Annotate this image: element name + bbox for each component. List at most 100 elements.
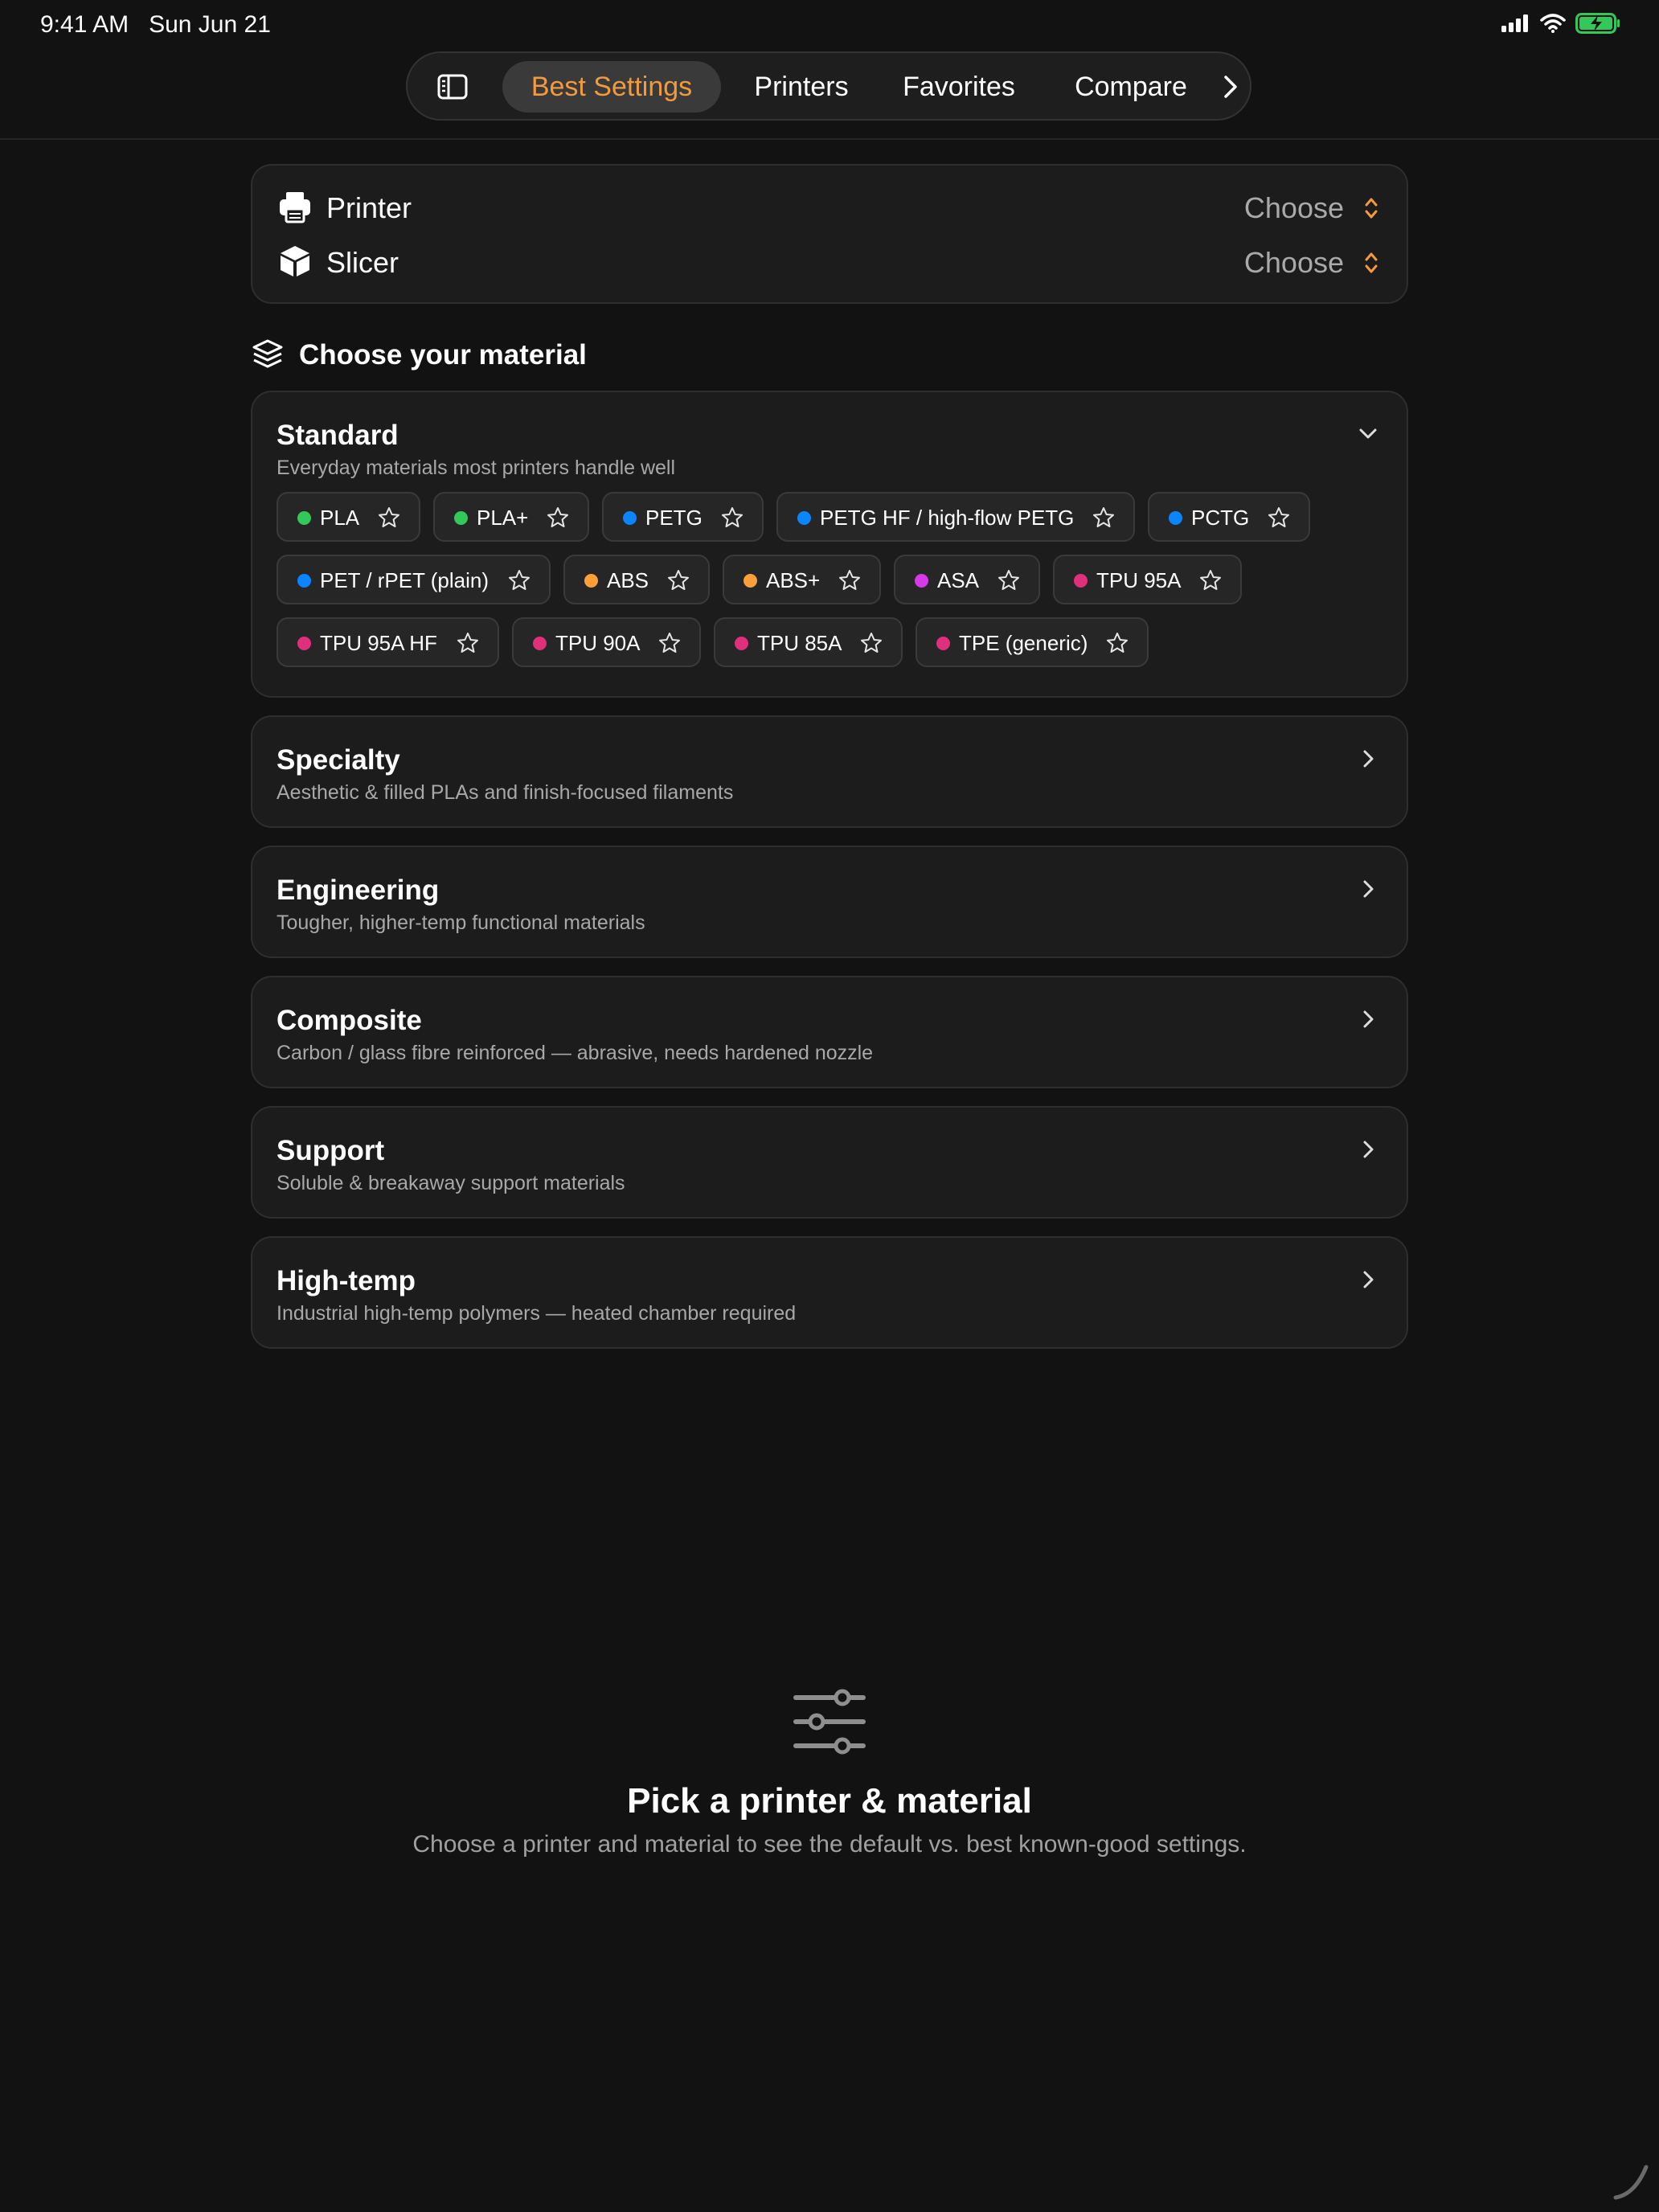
favorite-star-icon[interactable] [997,568,1021,592]
material-chip[interactable]: TPU 95A [1053,555,1242,604]
favorite-star-icon[interactable] [666,568,690,592]
category-support[interactable]: Support Soluble & breakaway support mate… [251,1106,1408,1219]
material-color-dot [623,511,637,525]
material-chip[interactable]: ABS+ [723,555,881,604]
printer-value[interactable]: Choose [1244,191,1344,225]
category-subtitle: Tougher, higher-temp functional material… [276,911,645,934]
setup-card: Printer Choose Slicer Choose [251,164,1408,304]
material-name: PLA [320,506,360,530]
material-chip[interactable]: PCTG [1148,492,1310,542]
sidebar-toggle-button[interactable] [436,71,469,103]
tab-favorites[interactable]: Favorites [885,61,1033,113]
favorite-star-icon[interactable] [657,631,682,655]
slicer-row[interactable]: Slicer Choose [278,238,1381,286]
category-title: High-temp [276,1265,416,1296]
material-chip[interactable]: TPU 85A [714,617,903,667]
category-composite[interactable]: Composite Carbon / glass fibre reinforce… [251,976,1408,1088]
wifi-icon [1540,14,1566,33]
favorite-star-icon[interactable] [1267,506,1291,530]
material-name: ABS+ [766,568,821,592]
material-name: PLA+ [477,506,529,530]
material-name: TPE (generic) [959,631,1088,655]
favorite-star-icon[interactable] [546,506,570,530]
status-time: 9:41 AM Sun Jun 21 [40,11,271,39]
category-title: Engineering [276,875,440,906]
category-subtitle: Aesthetic & filled PLAs and finish-focus… [276,781,734,804]
material-chip[interactable]: ASA [894,555,1040,604]
material-color-dot [297,574,311,588]
category-subtitle: Industrial high-temp polymers — heated c… [276,1302,797,1325]
chevron-down-icon [1359,428,1377,439]
tab-compare[interactable]: Compare [1051,61,1211,113]
category-title: Specialty [276,744,400,776]
favorite-star-icon[interactable] [1105,631,1129,655]
tab-printers[interactable]: Printers [737,61,866,113]
material-name: PCTG [1191,506,1250,530]
favorite-star-icon[interactable] [456,631,480,655]
material-color-dot [915,574,928,588]
material-name: TPU 95A HF [320,631,437,655]
tab-scroll-next-button[interactable] [1215,71,1247,103]
material-name: PETG [645,506,703,530]
material-color-dot [533,637,547,650]
material-chip[interactable]: PLA+ [433,492,589,542]
material-color-dot [1169,511,1182,525]
status-time-date: Sun Jun 21 [149,11,271,38]
category-title: Standard [276,420,399,451]
status-time-clock: 9:41 AM [40,11,129,38]
material-color-dot [1074,574,1088,588]
resize-handle-icon[interactable] [1611,2162,1651,2202]
material-color-dot [797,511,811,525]
material-chip[interactable]: TPU 90A [512,617,701,667]
category-standard-header[interactable]: Standard Everyday materials most printer… [252,392,1407,481]
category-title: Composite [276,1005,422,1036]
cellular-signal-icon [1501,14,1528,32]
chevron-up-down-icon [1365,198,1378,219]
material-name: PET / rPET (plain) [320,568,489,592]
favorite-star-icon[interactable] [1092,506,1116,530]
material-chip[interactable]: PET / rPET (plain) [276,555,551,604]
chevron-right-icon [1363,750,1374,768]
category-high-temp[interactable]: High-temp Industrial high-temp polymers … [251,1236,1408,1349]
material-color-dot [454,511,468,525]
material-chip[interactable]: TPE (generic) [916,617,1149,667]
material-color-dot [743,574,757,588]
material-name: ASA [937,568,980,592]
sliders-icon [793,1689,866,1755]
material-name: ABS [607,568,649,592]
material-name: PETG HF / high-flow PETG [820,506,1075,530]
empty-state-title: Pick a printer & material [627,1781,1032,1821]
favorite-star-icon[interactable] [859,631,883,655]
cube-icon [281,246,309,276]
category-subtitle: Everyday materials most printers handle … [276,457,676,479]
printer-label: Printer [326,191,412,224]
category-title: Support [276,1135,385,1166]
tab-bar: Best Settings Printers Favorites Compare [406,51,1251,121]
chevron-right-icon [1363,1010,1374,1028]
material-color-dot [936,637,950,650]
printer-icon [280,192,310,223]
favorite-star-icon[interactable] [377,506,401,530]
material-chip[interactable]: PETG [602,492,764,542]
tab-best-settings[interactable]: Best Settings [502,61,721,113]
category-specialty[interactable]: Specialty Aesthetic & filled PLAs and fi… [251,715,1408,828]
favorite-star-icon[interactable] [507,568,531,592]
slicer-value[interactable]: Choose [1244,246,1344,280]
favorite-star-icon[interactable] [720,506,744,530]
material-name: TPU 90A [555,631,641,655]
category-engineering[interactable]: Engineering Tougher, higher-temp functio… [251,846,1408,958]
status-indicators [1501,13,1620,34]
chevron-up-down-icon [1365,252,1378,273]
material-chip[interactable]: TPU 95A HF [276,617,499,667]
favorite-star-icon[interactable] [838,568,862,592]
material-chip[interactable]: ABS [563,555,710,604]
printer-row[interactable]: Printer Choose [278,183,1381,231]
material-chip[interactable]: PLA [276,492,420,542]
chevron-right-icon [1224,76,1237,98]
favorite-star-icon[interactable] [1198,568,1223,592]
material-color-dot [735,637,748,650]
material-chip[interactable]: PETG HF / high-flow PETG [776,492,1135,542]
material-color-dot [297,511,311,525]
material-color-dot [297,637,311,650]
material-color-dot [584,574,598,588]
